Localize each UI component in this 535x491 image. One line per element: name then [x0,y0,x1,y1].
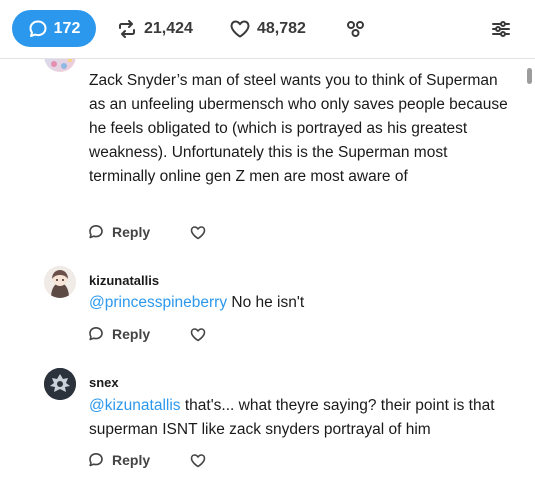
heart-icon [190,327,206,342]
settings-sliders-button[interactable] [490,14,512,44]
like-button[interactable] [190,327,206,342]
post-actions-bar: 172 21,424 48,782 [0,0,535,59]
speech-bubble-icon [88,326,104,342]
reply-label: Reply [112,224,151,240]
comments-count: 172 [53,19,81,37]
comment-text-content: No he isn't [227,294,305,311]
comment-text: Zack Snyder’s man of steel wants you to … [89,72,508,185]
sliders-icon [490,18,512,40]
speech-bubble-icon [88,224,104,240]
like-button[interactable] [190,453,206,468]
comment-actions: Reply [88,222,206,242]
likes-count: 48,782 [257,20,306,37]
heart-icon [190,225,206,240]
reply-label: Reply [112,326,151,342]
heart-icon [190,453,206,468]
community-icon [345,19,367,39]
mention-link[interactable]: @princesspineberry [89,294,227,311]
scrollbar-thumb[interactable] [527,68,532,84]
comment-actions: Reply [88,450,206,470]
notes-filter-button[interactable] [345,14,367,44]
comments-button[interactable]: 172 [12,10,96,47]
avatar[interactable] [44,368,76,400]
reply-button[interactable]: Reply [88,224,150,240]
speech-bubble-icon [28,19,48,39]
likes-button[interactable]: 48,782 [229,14,306,44]
comment-actions: Reply [88,324,206,344]
like-button[interactable] [190,225,206,240]
reblogs-count: 21,424 [144,20,193,37]
comment-text: @princesspineberry No he isn't [89,291,509,315]
reblogs-button[interactable]: 21,424 [116,14,193,44]
comment-username[interactable]: kizunatallis [89,273,159,288]
heart-icon [229,19,251,39]
comment-username[interactable]: snex [89,375,119,390]
avatar[interactable] [44,266,76,298]
mention-link[interactable]: @kizunatallis [89,397,181,414]
reblog-icon [116,19,138,39]
reply-button[interactable]: Reply [88,452,150,468]
speech-bubble-icon [88,452,104,468]
reply-label: Reply [112,452,151,468]
reply-button[interactable]: Reply [88,326,150,342]
comment-text: @kizunatallis that's... what theyre sayi… [89,394,509,442]
